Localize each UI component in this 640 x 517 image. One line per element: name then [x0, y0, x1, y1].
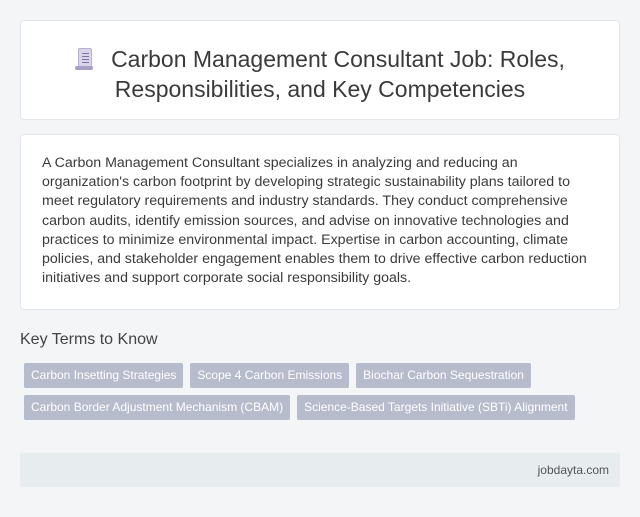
tag-scope-4-emissions[interactable]: Scope 4 Carbon Emissions — [190, 363, 350, 388]
page-title-row: Carbon Management Consultant Job: Roles,… — [21, 44, 619, 104]
key-terms-tags: Carbon Insetting Strategies Scope 4 Carb… — [24, 363, 604, 427]
footer: jobdayta.com — [20, 453, 620, 487]
tag-biochar-sequestration[interactable]: Biochar Carbon Sequestration — [356, 363, 531, 388]
key-terms-heading: Key Terms to Know — [20, 331, 158, 348]
tag-sbti-alignment[interactable]: Science-Based Targets Initiative (SBTi) … — [297, 395, 575, 420]
title-card: Carbon Management Consultant Job: Roles,… — [20, 20, 620, 120]
tag-cbam[interactable]: Carbon Border Adjustment Mechanism (CBAM… — [24, 395, 291, 420]
footer-site-link[interactable]: jobdayta.com — [538, 463, 609, 477]
page-title: Carbon Management Consultant Job: Roles,… — [111, 46, 565, 102]
document-icon — [75, 48, 94, 70]
tag-carbon-insetting[interactable]: Carbon Insetting Strategies — [24, 363, 184, 388]
description-card: A Carbon Management Consultant specializ… — [20, 134, 620, 310]
description-text: A Carbon Management Consultant specializ… — [42, 155, 587, 287]
